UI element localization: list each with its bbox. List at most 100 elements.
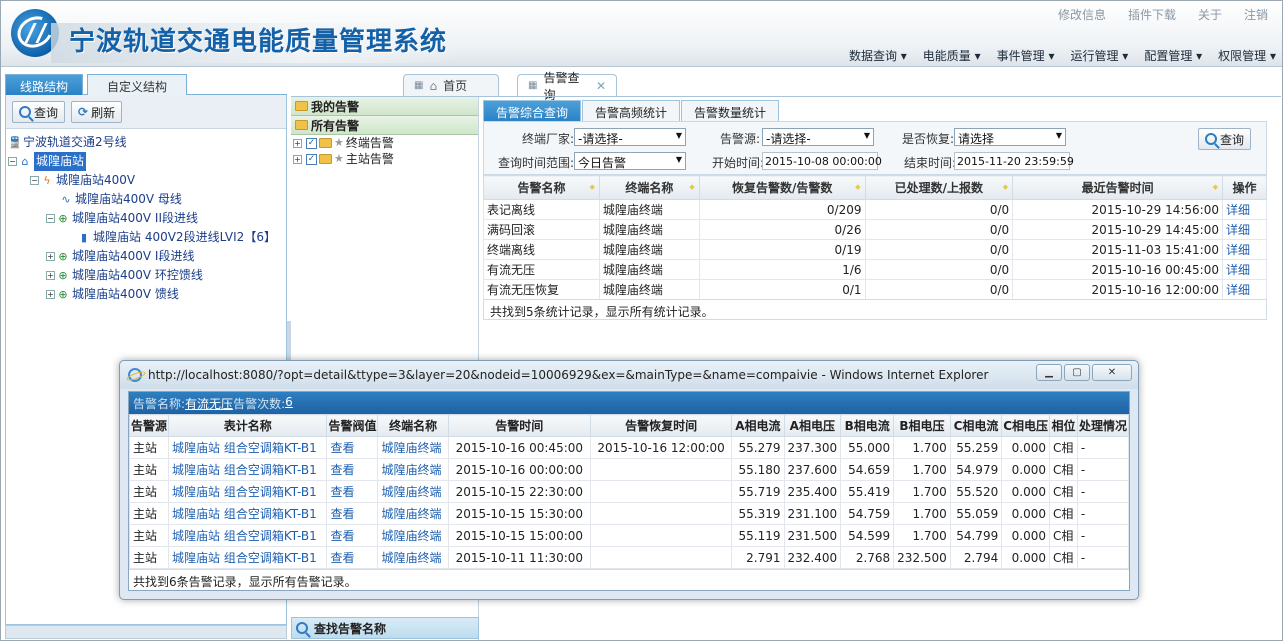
tab-custom-structure[interactable]: 自定义结构 (87, 74, 187, 95)
tab-line-structure[interactable]: 线路结构 (5, 74, 83, 95)
tree-node-device[interactable]: ▮ 城隍庙站 400V2段进线LVI2【6】 (8, 228, 286, 247)
col-last-time[interactable]: 最近告警时间 ◆ (1012, 175, 1223, 200)
tree-node-bus[interactable]: ∿ 城隍庙站400V 母线 (8, 190, 286, 209)
popup-titlebar[interactable]: http://localhost:8080/?opt=detail&ttype=… (120, 361, 1138, 389)
my-alarms-header[interactable]: 我的告警 (291, 97, 478, 116)
tree-node-feedout[interactable]: + ⊕ 城隍庙站400V 馈线 (8, 285, 286, 304)
expand-icon[interactable]: + (293, 138, 302, 148)
start-time-input[interactable]: 2015-10-08 00:00:00 (762, 152, 882, 170)
tab-home-label: 首页 (443, 79, 468, 93)
nav-data-query[interactable]: 数据查询 ▾ (849, 47, 907, 64)
view-threshold-link[interactable]: 查看 (326, 436, 379, 459)
table-link[interactable]: 城隍庙站 组合空调箱KT-B1 (168, 502, 328, 525)
table-link[interactable]: 城隍庙站 组合空调箱KT-B1 (168, 436, 328, 459)
table-link[interactable]: 城隍庙终端 (377, 546, 449, 569)
table-row[interactable]: 满码回滚 城隍庙终端 0/26 0/0 2015-10-29 14:45:00 详细 (483, 219, 1267, 240)
tab-alarm-overview[interactable]: 告警综合查询 (483, 100, 582, 121)
refresh-button[interactable]: ⟳ 刷新 (71, 101, 123, 123)
table-link[interactable]: 城隍庙终端 (377, 524, 449, 547)
collapse-icon[interactable]: − (30, 176, 39, 185)
table-link[interactable]: 城隍庙站 组合空调箱KT-B1 (168, 524, 328, 547)
table-cell (589, 546, 733, 569)
detail-column-header: B相电流 (840, 414, 895, 437)
alarm-name-link[interactable]: 有流无压 (185, 395, 233, 411)
detail-link[interactable]: 详细 (1222, 279, 1267, 300)
view-threshold-link[interactable]: 查看 (326, 502, 379, 525)
table-link[interactable]: 城隍庙站 组合空调箱KT-B1 (168, 546, 328, 569)
checkbox[interactable]: ✓ (306, 153, 317, 165)
tree-node-substation[interactable]: − ϟ 城隍庙站400V (8, 171, 286, 190)
table-link[interactable]: 城隍庙终端 (377, 502, 449, 525)
close-icon[interactable]: ✕ (596, 79, 606, 93)
tab-alarm-query[interactable]: ▦ 告警查询 ✕ (517, 71, 617, 102)
find-alarm-name-bar[interactable]: 查找告警名称 (291, 617, 479, 639)
col-terminal-name[interactable]: 终端名称 ◆ (598, 175, 700, 200)
search-icon (19, 106, 31, 118)
view-threshold-link[interactable]: 查看 (326, 524, 379, 547)
collapse-icon[interactable]: − (8, 157, 17, 166)
expand-icon[interactable]: + (46, 290, 55, 299)
table-row[interactable]: 终端离线 城隍庙终端 0/19 0/0 2015-11-03 15:41:00 详细 (483, 239, 1267, 260)
star-icon: ★ (334, 152, 344, 165)
tab-alarm-frequency[interactable]: 告警高频统计 (582, 100, 681, 121)
table-row[interactable]: 有流无压恢复 城隍庙终端 0/1 0/0 2015-10-16 12:00:00 详细 (483, 279, 1267, 300)
all-alarms-header[interactable]: 所有告警 (291, 116, 478, 135)
alarm-node-master[interactable]: + ✓ ★ 主站告警 (291, 151, 478, 167)
nav-power-quality[interactable]: 电能质量 ▾ (923, 47, 981, 64)
col-alarm-name[interactable]: 告警名称 ◆ (483, 175, 600, 200)
link-about[interactable]: 关于 (1198, 6, 1222, 23)
nav-permission-mgmt[interactable]: 权限管理 ▾ (1218, 47, 1276, 64)
alarm-node-terminal[interactable]: + ✓ ★ 终端告警 (291, 135, 478, 151)
detail-link[interactable]: 详细 (1222, 219, 1267, 240)
expand-icon[interactable]: + (293, 154, 302, 164)
tab-home[interactable]: ▦ ⌂ 首页 (403, 74, 499, 96)
end-time-input[interactable]: 2015-11-20 23:59:59 (954, 152, 1074, 170)
nav-config-mgmt[interactable]: 配置管理 ▾ (1144, 47, 1202, 64)
tab-alarm-count[interactable]: 告警数量统计 (681, 100, 780, 121)
table-cell: 1/6 (698, 259, 866, 280)
tree-node-feeder1[interactable]: + ⊕ 城隍庙站400V I段进线 (8, 247, 286, 266)
vendor-select[interactable]: -请选择- (574, 128, 686, 146)
query-label: 查询 (34, 105, 59, 120)
tree-node-station[interactable]: − ⌂ 城隍庙站 (8, 152, 286, 171)
expand-icon[interactable]: + (46, 271, 55, 280)
alarm-detail-table: 告警源 表计名称 告警阀值 终端名称 告警时间 告警恢复时间 A相电流 A相电压 B相电流 B相电… (128, 414, 1130, 569)
table-row[interactable]: 有流无压 城隍庙终端 1/6 0/0 2015-10-16 00:45:00 详细 (483, 259, 1267, 280)
col-processed-count[interactable]: 已处理数/上报数 ◆ (864, 175, 1014, 200)
checkbox[interactable]: ✓ (306, 137, 317, 149)
alarm-count-link[interactable]: 6 (285, 395, 293, 411)
detail-link[interactable]: 详细 (1222, 239, 1267, 260)
table-link[interactable]: 城隍庙站 组合空调箱KT-B1 (168, 458, 328, 481)
view-threshold-link[interactable]: 查看 (326, 458, 379, 481)
query-button[interactable]: 查询 (12, 101, 66, 123)
collapse-icon[interactable]: − (46, 214, 55, 223)
filter-query-button[interactable]: 查询 (1198, 128, 1252, 150)
tree-node-feeder2[interactable]: − ⊕ 城隍庙站400V II段进线 (8, 209, 286, 228)
view-threshold-link[interactable]: 查看 (326, 480, 379, 503)
nav-operation-mgmt[interactable]: 运行管理 ▾ (1070, 47, 1128, 64)
close-button[interactable]: ✕ (1092, 364, 1132, 381)
detail-link[interactable]: 详细 (1222, 259, 1267, 280)
minimize-button[interactable]: ▁ (1036, 364, 1062, 381)
link-edit-info[interactable]: 修改信息 (1058, 6, 1106, 23)
expand-icon[interactable]: + (46, 252, 55, 261)
link-plugin-download[interactable]: 插件下载 (1128, 6, 1176, 23)
table-link[interactable]: 城隍庙终端 (377, 480, 449, 503)
source-select[interactable]: -请选择- (762, 128, 874, 146)
table-link[interactable]: 城隍庙终端 (377, 458, 449, 481)
link-logout[interactable]: 注销 (1244, 6, 1268, 23)
view-threshold-link[interactable]: 查看 (326, 546, 379, 569)
tree-node-loop[interactable]: + ⊕ 城隍庙站400V 环控馈线 (8, 266, 286, 285)
recover-select[interactable]: 请选择 (954, 128, 1066, 146)
sort-icon: ◆ (855, 183, 861, 191)
table-cell: 55.419 (840, 480, 895, 503)
table-row[interactable]: 表记离线 城隍庙终端 0/209 0/0 2015-10-29 14:56:00 详细 (483, 199, 1267, 220)
tree-node-line[interactable]: 🚆 宁波轨道交通2号线 (8, 133, 286, 152)
nav-event-mgmt[interactable]: 事件管理 ▾ (997, 47, 1055, 64)
range-select[interactable]: 今日告警 (574, 152, 686, 170)
maximize-button[interactable]: ▢ (1064, 364, 1090, 381)
col-recover-count[interactable]: 恢复告警数/告警数 ◆ (698, 175, 866, 200)
detail-link[interactable]: 详细 (1222, 199, 1267, 220)
table-link[interactable]: 城隍庙终端 (377, 436, 449, 459)
table-link[interactable]: 城隍庙站 组合空调箱KT-B1 (168, 480, 328, 503)
